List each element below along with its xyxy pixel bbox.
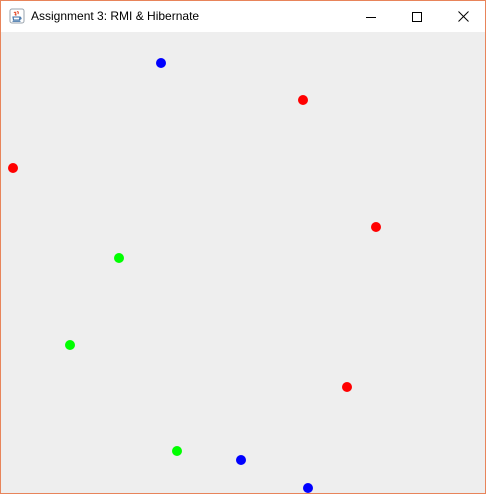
- close-button[interactable]: [440, 1, 485, 32]
- ball: [303, 483, 313, 493]
- drawing-canvas[interactable]: [1, 32, 485, 493]
- ball: [236, 455, 246, 465]
- ball: [371, 222, 381, 232]
- ball: [65, 340, 75, 350]
- close-icon: [457, 11, 469, 22]
- java-icon[interactable]: [9, 8, 25, 24]
- minimize-icon: [366, 16, 376, 18]
- ball: [8, 163, 18, 173]
- minimize-button[interactable]: [348, 1, 394, 32]
- ball: [298, 95, 308, 105]
- window-title: Assignment 3: RMI & Hibernate: [31, 9, 200, 23]
- ball: [172, 446, 182, 456]
- ball: [156, 58, 166, 68]
- ball: [114, 253, 124, 263]
- title-bar[interactable]: Assignment 3: RMI & Hibernate: [1, 1, 485, 32]
- app-window: Assignment 3: RMI & Hibernate: [0, 0, 486, 494]
- maximize-button[interactable]: [394, 1, 440, 32]
- maximize-icon: [412, 11, 422, 22]
- ball: [342, 382, 352, 392]
